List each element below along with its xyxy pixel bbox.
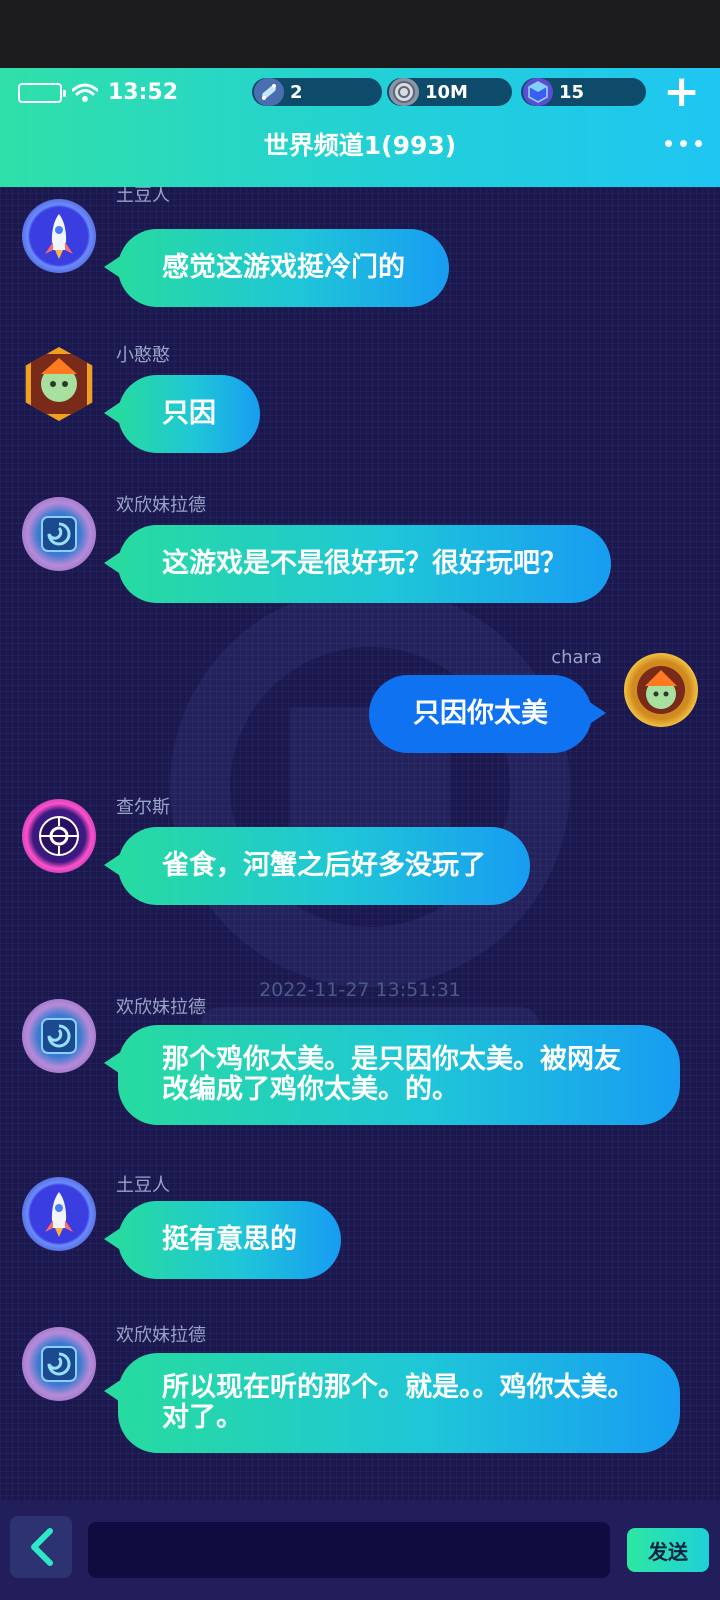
message-bubble[interactable]: 雀食，河蟹之后好多没玩了 (104, 827, 530, 905)
page-title: 世界频道1(993) (263, 131, 457, 160)
resource-value: 10M (425, 81, 468, 103)
input-bar: 发送 (0, 1500, 720, 1600)
swirl-avatar[interactable] (22, 999, 96, 1073)
emblem-icon (39, 816, 79, 856)
sender-name: 欢欣妹拉德 (116, 495, 206, 516)
more-dot-icon (695, 140, 702, 147)
resource-coin[interactable]: 10M (387, 78, 512, 106)
gem-cube-icon (523, 78, 553, 106)
rocket-avatar[interactable] (22, 199, 96, 273)
message-bubble[interactable]: 那个鸡你太美。是只因你太美。被网友 改编成了鸡你太美。的。 (104, 1025, 680, 1125)
anime-girl-icon (637, 666, 685, 714)
anime-girl-icon (31, 354, 87, 414)
sender-name: 小憨憨 (116, 345, 170, 366)
sender-name: 土豆人 (116, 1175, 170, 1196)
message-bubble[interactable]: 所以现在听的那个。就是。。鸡你太美。 对了。 (104, 1353, 680, 1453)
resource-value: 15 (559, 81, 585, 103)
wifi-icon (72, 83, 98, 102)
status-time: 13:52 (108, 80, 179, 105)
message-timestamp: 2022-11-27 13:51:31 (259, 979, 461, 1001)
send-button[interactable]: 发送 (627, 1528, 709, 1572)
swirl-icon (41, 516, 77, 552)
system-top-bar (0, 0, 720, 68)
more-dot-icon (665, 140, 672, 147)
sender-name: 欢欣妹拉德 (116, 997, 206, 1018)
message-bubble[interactable]: 挺有意思的 (104, 1201, 341, 1279)
sender-name: 土豆人 (116, 187, 170, 206)
message-bubble[interactable]: 感觉这游戏挺冷门的 (104, 229, 449, 307)
coin-icon (389, 78, 419, 106)
sender-name: 查尔斯 (116, 797, 170, 818)
status-bar: 13:52 (18, 80, 178, 105)
swirl-icon (41, 1346, 77, 1382)
rocket-icon (45, 1192, 73, 1237)
message-bubble[interactable]: 这游戏是不是很好玩？很好玩吧？ (104, 525, 611, 603)
header: 13:52 2 10M 15 + 世界频道1(993) (0, 68, 720, 187)
swirl-avatar[interactable] (22, 1327, 96, 1401)
resource-value: 2 (290, 81, 303, 103)
swirl-avatar[interactable] (22, 497, 96, 571)
resource-skateboard[interactable]: 2 (252, 78, 382, 106)
message-bubble[interactable]: 只因你太美 (369, 675, 606, 753)
chat-area[interactable]: 2022-11-27 13:51:31 土豆人 感觉这游戏挺冷门的 小憨憨 只因… (0, 187, 720, 1500)
more-options-button[interactable] (665, 140, 702, 147)
rocket-avatar[interactable] (22, 1177, 96, 1251)
anime-girl-avatar[interactable] (624, 653, 698, 727)
anime-girl-avatar[interactable] (25, 347, 93, 421)
sender-name: chara (551, 647, 602, 668)
skateboard-icon (254, 78, 284, 106)
resource-gem[interactable]: 15 (521, 78, 646, 106)
swirl-icon (41, 1018, 77, 1054)
add-resource-button[interactable]: + (663, 70, 700, 114)
rocket-icon (45, 214, 73, 259)
battery-icon (18, 82, 66, 103)
emblem-avatar[interactable] (22, 799, 96, 873)
message-input[interactable] (88, 1522, 610, 1578)
more-dot-icon (680, 140, 687, 147)
back-button[interactable] (10, 1516, 72, 1578)
sender-name: 欢欣妹拉德 (116, 1325, 206, 1346)
message-bubble[interactable]: 只因 (104, 375, 260, 453)
chevron-left-icon (31, 1528, 53, 1566)
